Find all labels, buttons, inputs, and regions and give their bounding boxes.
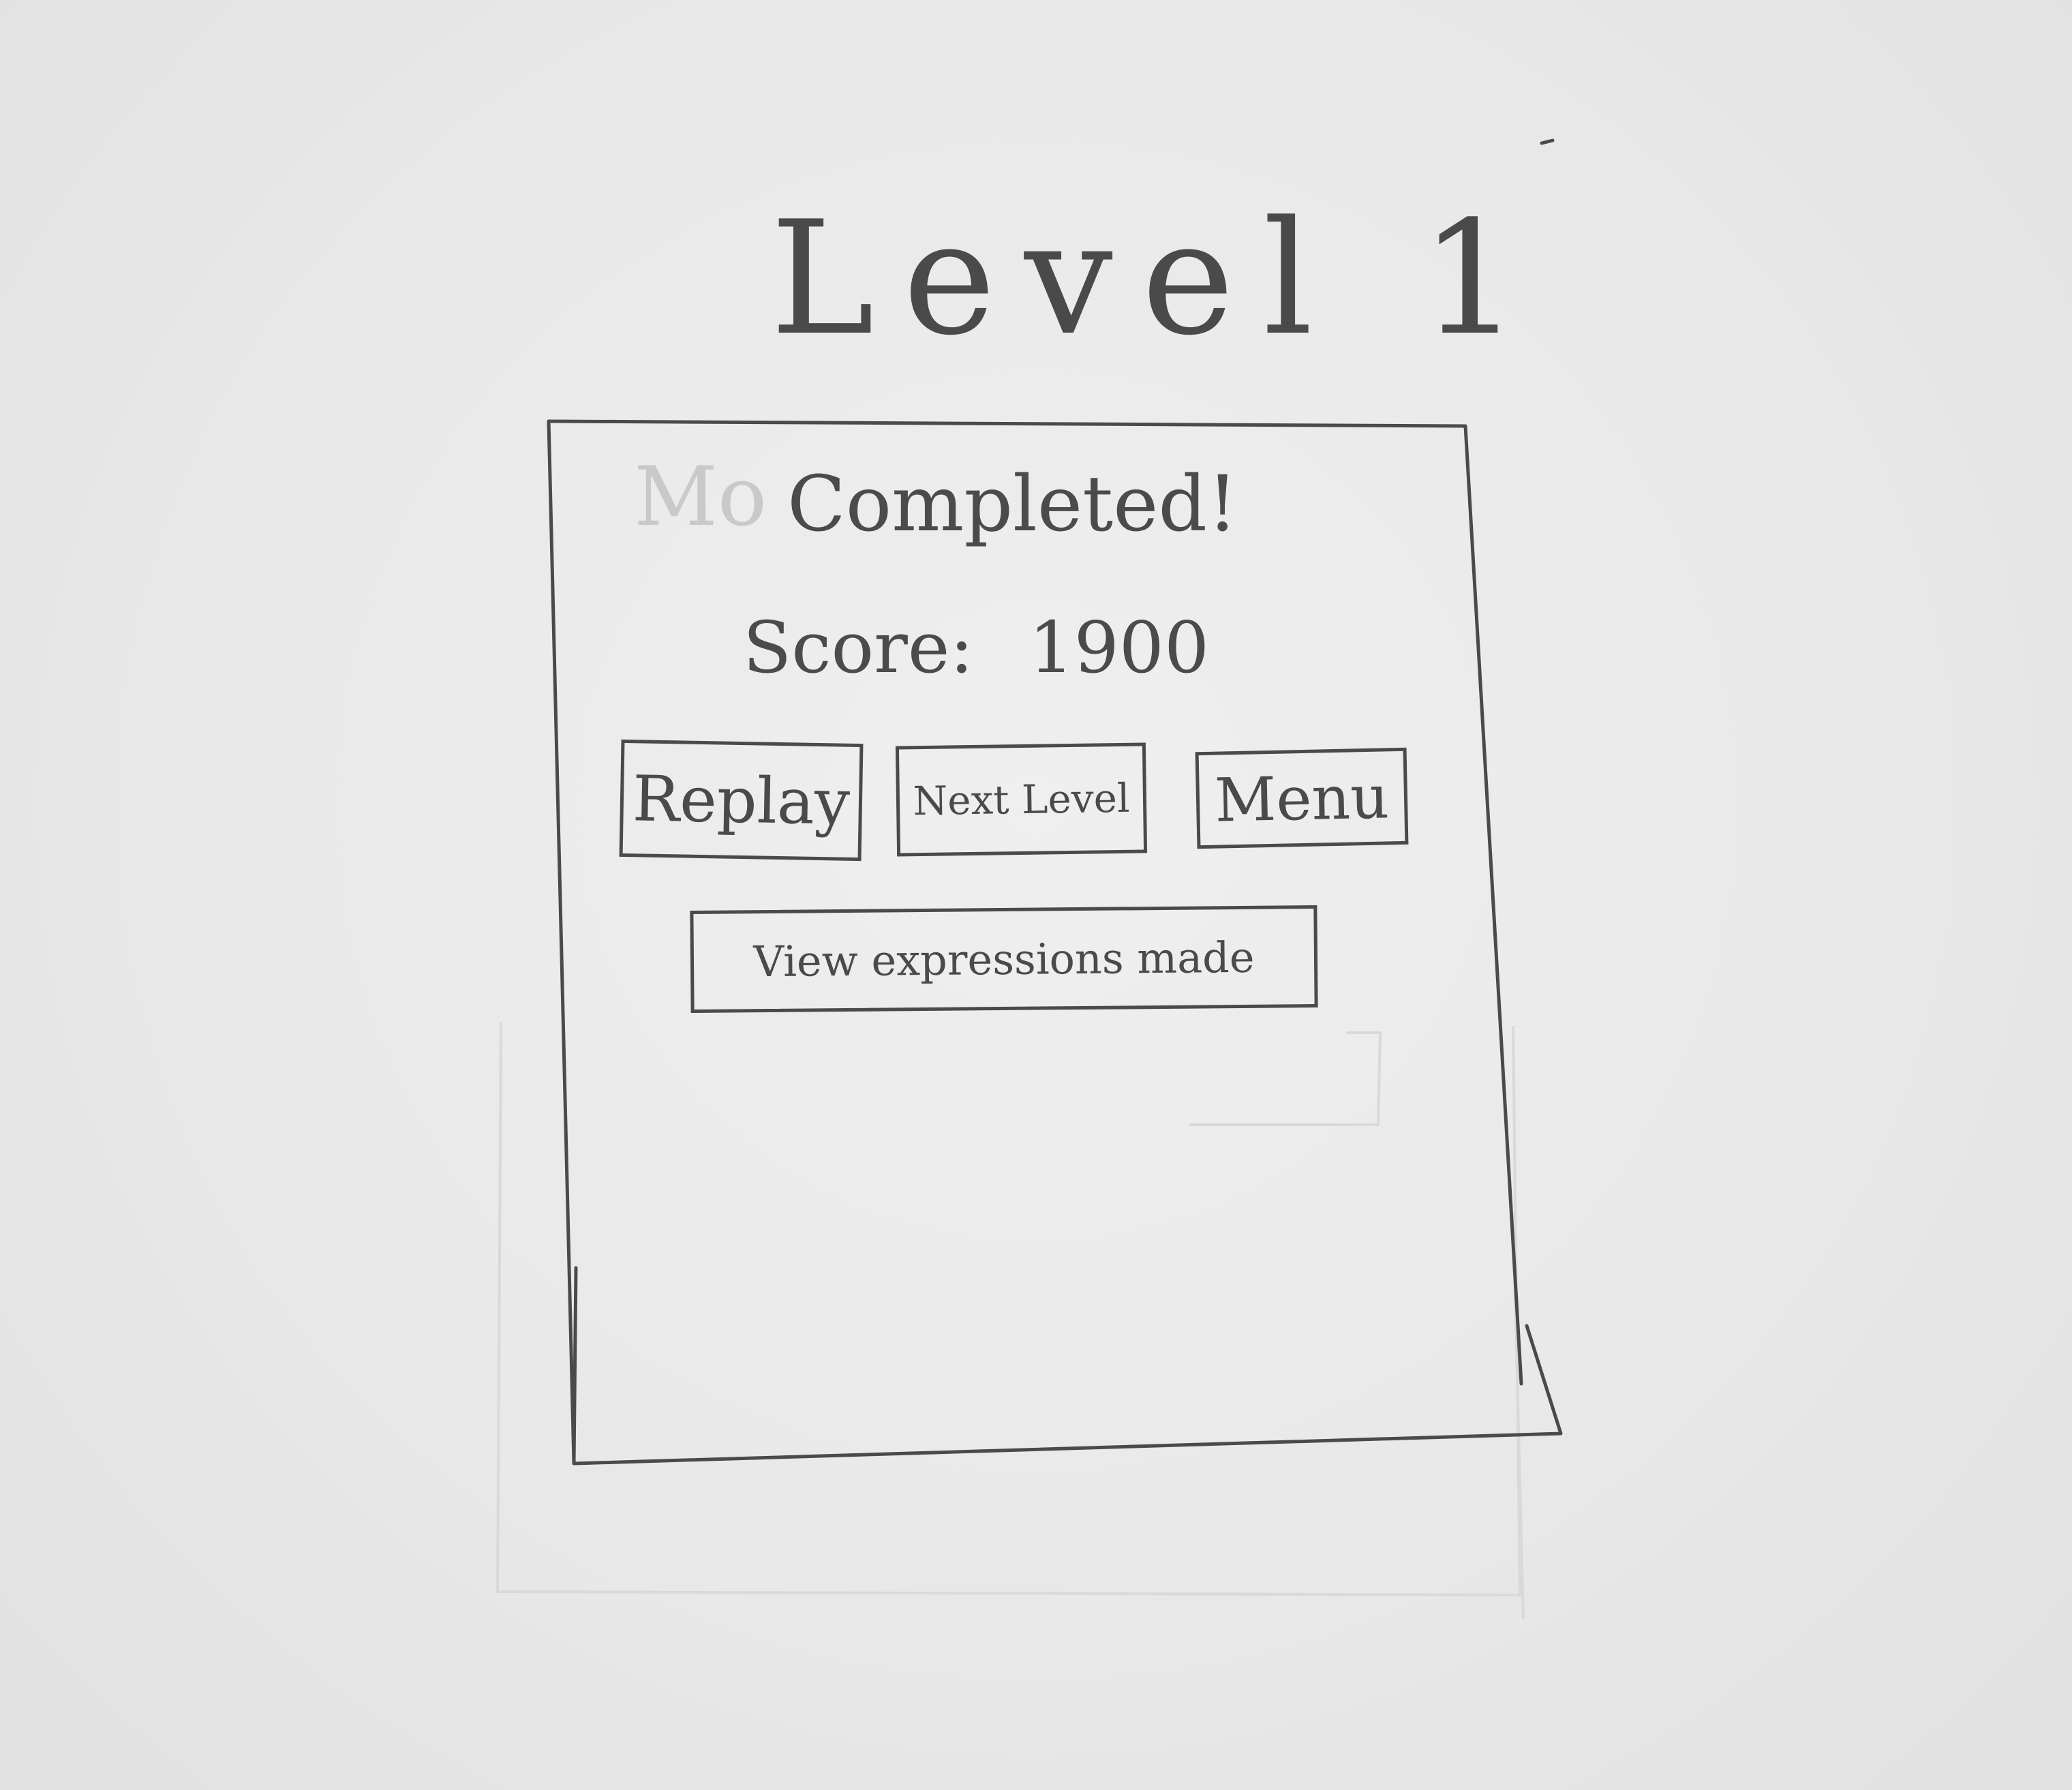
score-display: Score: 1900 <box>743 600 1220 695</box>
score-label: Score: <box>743 606 974 689</box>
replay-button[interactable]: Replay <box>619 739 864 862</box>
menu-button[interactable]: Menu <box>1195 747 1409 849</box>
view-expressions-button[interactable]: View expressions made <box>690 905 1318 1014</box>
corner-mark <box>1540 138 1555 145</box>
level-title: Level 1 <box>770 188 1549 370</box>
completed-heading: Completed! <box>787 460 1238 549</box>
next-level-button[interactable]: Next Level <box>895 742 1148 857</box>
score-value: 1900 <box>1029 606 1210 689</box>
